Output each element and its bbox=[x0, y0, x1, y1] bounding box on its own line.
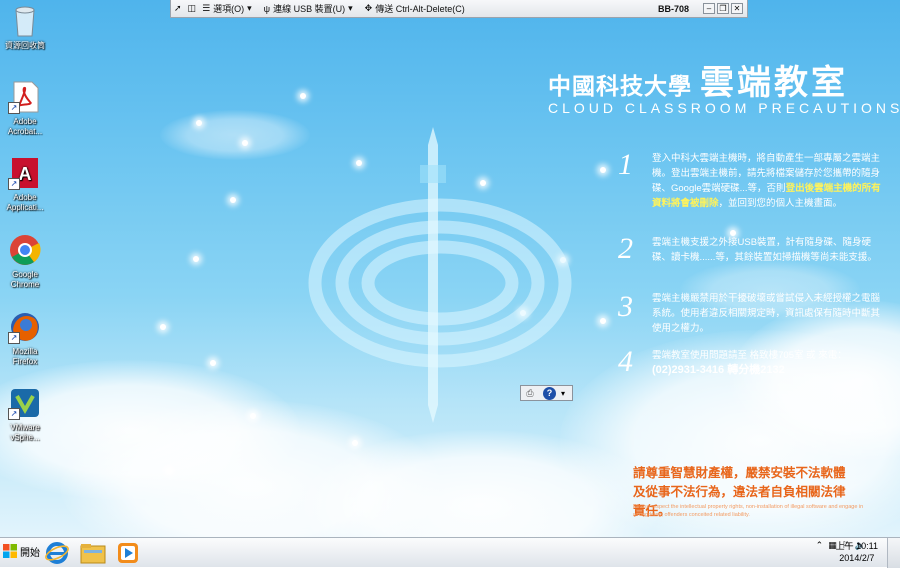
sparkle bbox=[600, 167, 606, 173]
taskbar: 開始 ⌃ ▦ ⚐ 🔈 上午 10:11 2014/2/7 bbox=[0, 537, 900, 568]
help-icon[interactable]: ? bbox=[543, 386, 556, 400]
windows-logo-icon bbox=[3, 544, 17, 558]
vmware-vsphere-icon: ↗ bbox=[8, 386, 42, 420]
cloud bbox=[160, 110, 310, 160]
options-menu[interactable]: ☰ 選項(O) ▾ bbox=[199, 2, 255, 15]
taskbar-app-media-player[interactable] bbox=[111, 540, 145, 565]
pin-icon[interactable]: ➚ bbox=[174, 3, 182, 14]
sparkle bbox=[196, 120, 202, 126]
rule-text: 雲端教室使用問題請至 格致樓705室 或 來電： (02)2931-3416 轉… bbox=[652, 350, 847, 376]
desktop-icon-google-chrome[interactable]: Google Chrome bbox=[2, 233, 48, 290]
sparkle bbox=[193, 256, 199, 262]
copyright-notice-english: Please respect the intellectual property… bbox=[633, 504, 864, 518]
start-button[interactable]: 開始 bbox=[2, 543, 40, 559]
show-desktop-button[interactable] bbox=[887, 538, 900, 568]
desktop-icon-mozilla-firefox[interactable]: ↗ Mozilla Firefox bbox=[2, 310, 48, 367]
show-hidden-icons-icon[interactable]: ⌃ bbox=[816, 540, 824, 551]
desktop-wallpaper: ➚ ◫ ☰ 選項(O) ▾ ψ 連線 USB 裝置(U) ▾ ✥ 傳送 Ctrl… bbox=[0, 0, 900, 537]
rule-number: 1 bbox=[618, 148, 633, 181]
shortcut-arrow-icon: ↗ bbox=[8, 102, 20, 114]
minimize-button[interactable]: – bbox=[703, 3, 715, 14]
sparkle bbox=[300, 93, 306, 99]
desktop-icon-adobe-application[interactable]: A ↗ Adobe Applicati... bbox=[2, 156, 48, 213]
sparkle bbox=[352, 440, 358, 446]
shortcut-arrow-icon: ↗ bbox=[8, 178, 20, 190]
sparkle bbox=[600, 318, 606, 324]
title-school: 中國科技大學 bbox=[548, 73, 692, 99]
recycle-bin-icon bbox=[8, 4, 42, 38]
rule-number: 2 bbox=[618, 232, 633, 265]
shortcut-arrow-icon: ↗ bbox=[8, 408, 20, 420]
sparkle bbox=[160, 324, 166, 330]
file-explorer-icon bbox=[80, 543, 106, 563]
sparkle bbox=[210, 360, 216, 366]
rule-number: 4 bbox=[618, 345, 633, 378]
sparkle bbox=[250, 413, 256, 419]
taskbar-app-file-explorer[interactable] bbox=[76, 540, 110, 565]
send-cad-button[interactable]: ✥ 傳送 Ctrl-Alt-Delete(C) bbox=[362, 2, 465, 15]
rule-text: 雲端主機嚴禁用於干擾破壞或嘗試侵入未經授權之電腦系統。使用者違反相關規定時，資訊… bbox=[652, 293, 881, 334]
sparkle bbox=[230, 197, 236, 203]
clock[interactable]: 上午 10:11 2014/2/7 bbox=[836, 540, 878, 564]
desktop-icon-adobe-acrobat[interactable]: ↗ Adobe Acrobat... bbox=[2, 80, 48, 137]
close-button[interactable]: ✕ bbox=[731, 3, 743, 14]
display-icon[interactable]: ◫ bbox=[188, 3, 197, 14]
floating-toolbar: ⎙ ? ▾ bbox=[520, 385, 573, 401]
page-title: 中國科技大學 雲端教室 bbox=[548, 55, 848, 104]
vmware-view-toolbar: ➚ ◫ ☰ 選項(O) ▾ ψ 連線 USB 裝置(U) ▾ ✥ 傳送 Ctrl… bbox=[170, 0, 748, 18]
chevron-down-icon: ▾ bbox=[247, 3, 252, 13]
desktop-icon-recycle-bin[interactable]: 資源回收筒 bbox=[2, 4, 48, 51]
chrome-icon bbox=[8, 233, 42, 267]
rule-text: 雲端主機支援之外接USB裝置，計有隨身碟、隨身硬碟、讀卡機......等，其餘裝… bbox=[652, 237, 877, 263]
usb-menu[interactable]: ψ 連線 USB 裝置(U) ▾ bbox=[261, 2, 356, 15]
sparkle bbox=[166, 468, 172, 474]
shortcut-arrow-icon: ↗ bbox=[8, 332, 20, 344]
chevron-down-icon: ▾ bbox=[348, 3, 353, 13]
firefox-icon: ↗ bbox=[8, 310, 42, 344]
adobe-acrobat-icon: ↗ bbox=[8, 80, 42, 114]
media-player-icon bbox=[118, 542, 138, 563]
usb-icon: ψ bbox=[263, 3, 271, 14]
sparkle bbox=[242, 140, 248, 146]
internet-explorer-icon bbox=[45, 541, 69, 564]
restore-button[interactable]: ❐ bbox=[717, 3, 729, 14]
title-main: 雲端教室 bbox=[700, 64, 848, 102]
rule-number: 3 bbox=[618, 290, 633, 323]
machine-name: BB-708 bbox=[657, 3, 689, 14]
adobe-application-icon: A ↗ bbox=[8, 156, 42, 190]
title-english: CLOUD CLASSROOM PRECAUTIONS bbox=[548, 100, 900, 116]
taskbar-app-internet-explorer[interactable] bbox=[40, 540, 74, 565]
menu-icon: ☰ bbox=[202, 3, 211, 13]
rule-text: 登入中科大雲端主機時，將自動產生一部專屬之雲端主機。登出雲端主機前，請先將檔案儲… bbox=[652, 153, 881, 209]
keyboard-icon: ✥ bbox=[364, 3, 373, 13]
printer-icon[interactable]: ⎙ bbox=[521, 388, 539, 399]
desktop-icon-vmware-vsphere[interactable]: ↗ VMware vSphe... bbox=[2, 386, 48, 443]
chevron-down-icon[interactable]: ▾ bbox=[561, 389, 565, 398]
svg-text:A: A bbox=[19, 164, 32, 184]
